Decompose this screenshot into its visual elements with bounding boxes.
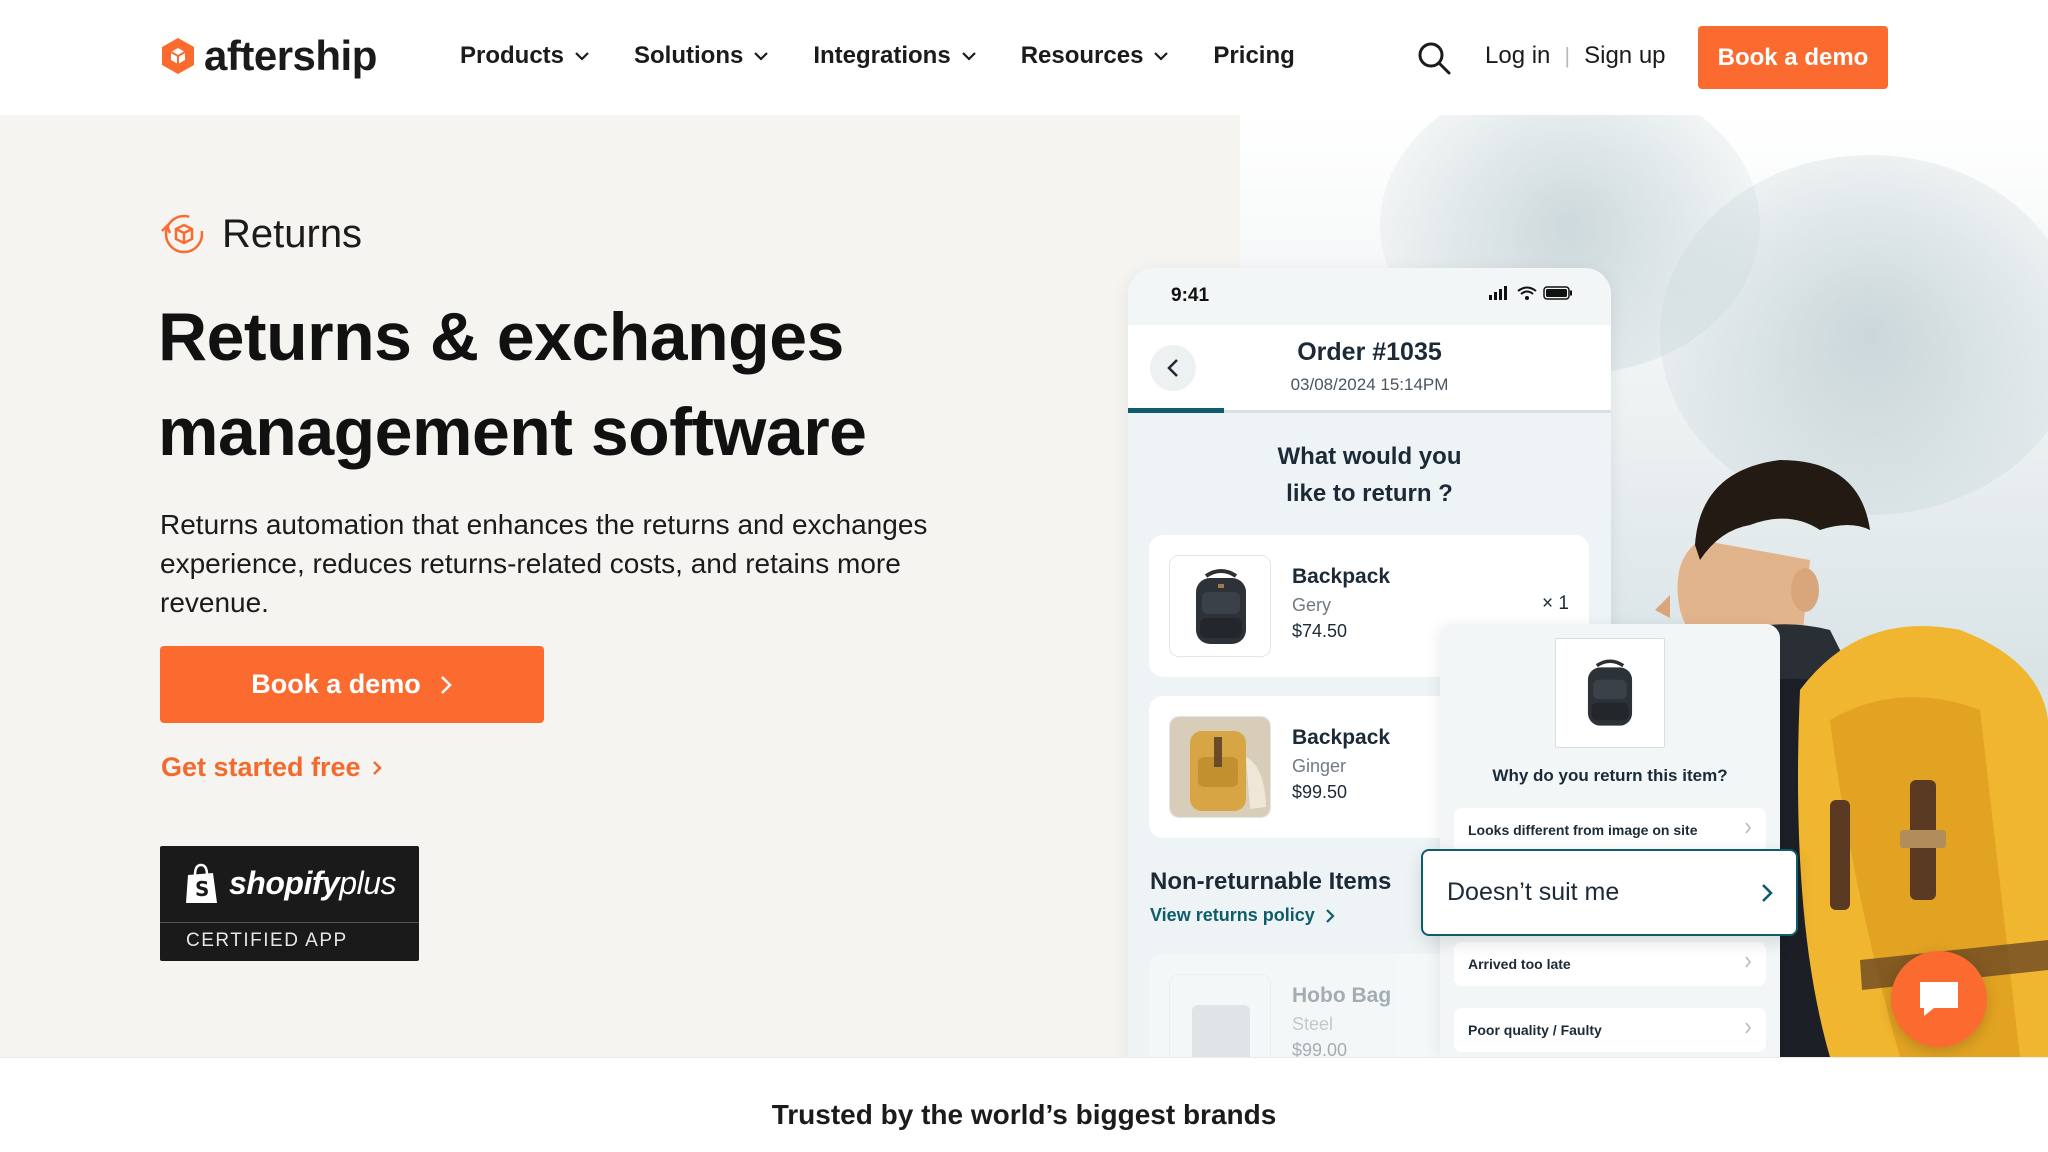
signup-link[interactable]: Sign up: [1584, 42, 1665, 70]
nav-products[interactable]: Products: [460, 38, 592, 74]
return-reason-panel: Why do you return this item? Looks diffe…: [1440, 624, 1780, 1058]
view-returns-policy-link[interactable]: View returns policy: [1150, 905, 1335, 926]
selected-reason-option[interactable]: Doesn’t suit me: [1421, 849, 1798, 936]
view-returns-policy-label: View returns policy: [1150, 905, 1315, 925]
aftership-logo-icon: [162, 38, 194, 74]
shopify-plus-logo: S shopifyplus: [160, 846, 419, 921]
nav-products-label: Products: [460, 42, 565, 69]
shopify-plus-wordmark: shopifyplus: [229, 865, 396, 901]
auth-divider: |: [1564, 43, 1571, 68]
signal-icon: [1489, 286, 1507, 300]
reason-question: Why do you return this item?: [1492, 766, 1728, 785]
wifi-icon: [1517, 286, 1537, 300]
status-time: 9:41: [1171, 285, 1210, 306]
item-price: $74.50: [1292, 621, 1348, 641]
order-title: Order #1035: [1297, 338, 1442, 366]
item-price: $99.50: [1292, 782, 1348, 802]
chevron-right-icon: [1745, 956, 1752, 968]
order-header: Order #1035 03/08/2024 15:14PM: [1128, 325, 1611, 413]
status-icons: [1489, 286, 1573, 300]
nav-pricing[interactable]: Pricing: [1213, 38, 1294, 74]
get-started-free-label: Get started free: [161, 752, 361, 782]
svg-text:S: S: [195, 877, 209, 901]
item-name: Backpack: [1292, 726, 1391, 749]
selected-reason-label: Doesn’t suit me: [1447, 878, 1620, 906]
return-question: What would you like to return ?: [1277, 443, 1462, 507]
chevron-right-icon: [1762, 884, 1773, 902]
login-link[interactable]: Log in: [1485, 42, 1550, 70]
reason-option[interactable]: Poor quality / Faulty: [1454, 1008, 1766, 1052]
returns-icon: [161, 214, 204, 254]
top-navbar: aftership Products Solutions Integration…: [0, 0, 2048, 115]
product-name: Returns: [222, 211, 363, 256]
battery-icon: [1543, 286, 1572, 300]
chevron-right-icon: [1745, 822, 1752, 834]
chevron-right-icon: [1325, 908, 1335, 923]
hero-book-demo-button[interactable]: Book a demo: [160, 646, 544, 723]
trusted-heading: Trusted by the world’s biggest brands: [771, 1099, 1277, 1130]
item-name: Backpack: [1292, 565, 1391, 588]
page-title-line1: Returns & exchanges: [158, 299, 844, 375]
search-icon[interactable]: [1416, 40, 1452, 76]
item-name: Hobo Bag: [1292, 984, 1392, 1007]
chevron-right-icon: [1745, 1022, 1752, 1034]
get-started-free-link[interactable]: Get started free: [161, 752, 383, 783]
nav-resources-label: Resources: [1020, 42, 1144, 69]
item-variant: Gery: [1292, 595, 1332, 615]
item-variant: Steel: [1292, 1014, 1334, 1034]
nav-integrations[interactable]: Integrations: [813, 38, 978, 74]
product-tag: Returns: [160, 211, 362, 257]
progress-indicator: [1128, 408, 1224, 413]
order-date: 03/08/2024 15:14PM: [1290, 375, 1449, 394]
page-title-line2: management software: [158, 394, 867, 470]
main-menu: Products Solutions Integrations Resource…: [460, 38, 1337, 74]
chevron-down-icon: [1154, 52, 1169, 61]
chevron-down-icon: [575, 52, 589, 61]
selected-item-image: [1555, 638, 1665, 748]
chevron-right-icon: [440, 675, 452, 694]
nav-solutions-label: Solutions: [634, 42, 744, 69]
chevron-right-icon: [372, 760, 382, 775]
phone-status-bar: 9:41: [1128, 268, 1611, 325]
chevron-down-icon: [961, 52, 976, 61]
non-returnable-title: Non-returnable Items: [1150, 868, 1392, 895]
page-title: Returns & exchanges management software: [158, 290, 1058, 480]
hobo-bag-image: [1169, 974, 1271, 1058]
nav-integrations-label: Integrations: [813, 42, 951, 69]
item-variant: Ginger: [1292, 756, 1347, 776]
logo-wordmark: aftership: [204, 32, 377, 79]
backpack-grey-image: [1169, 555, 1271, 657]
hero-book-demo-label: Book a demo: [251, 669, 421, 699]
chat-widget-button[interactable]: [1891, 951, 1987, 1047]
auth-links: Log in | Sign up: [1485, 42, 1666, 70]
nav-solutions[interactable]: Solutions: [634, 38, 771, 74]
hero-subtitle: Returns automation that enhances the ret…: [160, 509, 928, 618]
reason-option[interactable]: Arrived too late: [1454, 942, 1766, 986]
reason-option[interactable]: Looks different from image on site: [1454, 808, 1766, 852]
item-price: $99.00: [1292, 1040, 1348, 1058]
nav-resources[interactable]: Resources: [1021, 38, 1172, 74]
shopify-plus-badge: S shopifyplus CERTIFIED APP: [160, 846, 419, 961]
certified-app-label: CERTIFIED APP: [186, 930, 348, 951]
chat-bubble-icon: [1920, 982, 1958, 1016]
shopify-bag-icon: S: [186, 863, 217, 903]
item-quantity: × 1: [1542, 593, 1569, 614]
aftership-logo[interactable]: aftership: [158, 32, 377, 80]
backpack-ginger-image: [1169, 716, 1271, 818]
chevron-down-icon: [754, 52, 769, 61]
nav-pricing-label: Pricing: [1213, 42, 1295, 69]
book-demo-button[interactable]: Book a demo: [1698, 26, 1888, 89]
badge-divider: [160, 922, 419, 923]
